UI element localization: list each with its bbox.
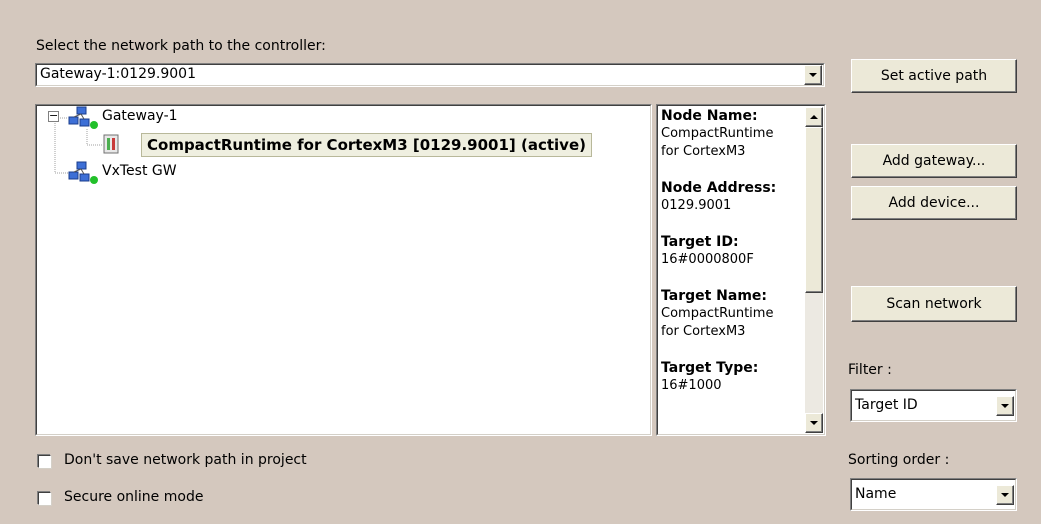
path-combobox-dropdown-button[interactable] [804,65,822,85]
add-device-button[interactable]: Add device... [851,186,1017,220]
path-combobox[interactable]: Gateway-1:0129.9001 [35,63,825,87]
green-dot-status-icon [90,121,98,129]
scroll-down-button[interactable] [805,413,823,433]
chevron-down-icon [1001,493,1009,497]
secure-online-mode-label: Secure online mode [64,489,204,505]
filter-dropdown-button[interactable] [996,396,1014,416]
target-name-label: Target Name: [661,288,768,304]
tree-item-compactruntime-active[interactable]: CompactRuntime for CortexM3 [0129.9001] … [141,133,592,157]
tree-item-vxtest-gw[interactable]: VxTest GW [102,163,177,179]
node-info-panel: Node Name: CompactRuntime for CortexM3 N… [656,104,826,436]
network-gateway-icon [68,106,94,132]
target-id-value: 16#0000800F [661,252,754,267]
target-name-value-2: for CortexM3 [661,324,746,339]
node-name-value-2: for CortexM3 [661,144,746,159]
dont-save-path-label: Don't save network path in project [64,452,307,468]
target-id-label: Target ID: [661,234,739,250]
sorting-order-label: Sorting order : [848,452,950,468]
network-tree-view[interactable]: − Gateway-1 CompactRuntime for CortexM3 … [35,104,652,436]
scroll-up-button[interactable] [805,107,823,127]
add-gateway-button[interactable]: Add gateway... [851,144,1017,178]
path-label: Select the network path to the controlle… [36,38,326,54]
plc-device-icon [102,133,120,155]
node-info-content: Node Name: CompactRuntime for CortexM3 N… [661,107,807,431]
node-name-label: Node Name: [661,108,758,124]
node-address-value: 0129.9001 [661,198,732,213]
chevron-down-icon [810,421,818,425]
target-type-label: Target Type: [661,360,759,376]
sorting-order-combobox[interactable]: Name [850,478,1017,511]
filter-label: Filter : [848,362,892,378]
network-gateway-icon [68,161,94,187]
set-active-path-button[interactable]: Set active path [851,59,1017,93]
target-name-value-1: CompactRuntime [661,306,774,321]
sorting-order-value: Name [855,486,897,502]
node-name-value-1: CompactRuntime [661,126,774,141]
chevron-down-icon [809,73,817,77]
target-type-value: 16#1000 [661,378,722,393]
path-combobox-value: Gateway-1:0129.9001 [40,66,196,82]
secure-online-mode-checkbox[interactable] [38,492,51,505]
node-address-label: Node Address: [661,180,777,196]
scan-network-button[interactable]: Scan network [851,286,1017,322]
dont-save-path-checkbox[interactable] [38,455,51,468]
gateway1-expander[interactable]: − [48,110,59,122]
info-scrollbar[interactable] [805,107,823,433]
chevron-up-icon [810,115,818,119]
sorting-order-dropdown-button[interactable] [996,485,1014,505]
filter-combobox-value: Target ID [855,397,918,413]
scroll-thumb[interactable] [805,127,823,293]
tree-item-gateway-1[interactable]: Gateway-1 [102,108,178,124]
chevron-down-icon [1001,404,1009,408]
filter-combobox[interactable]: Target ID [850,389,1017,422]
green-dot-status-icon [90,176,98,184]
